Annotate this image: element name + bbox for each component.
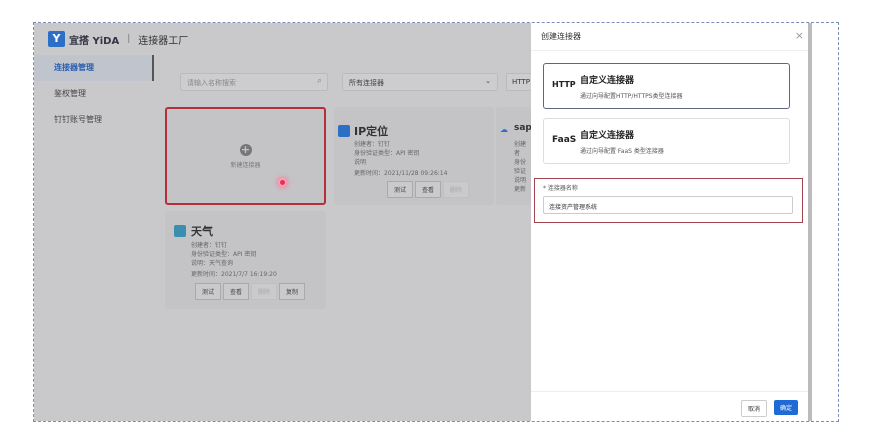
brand-name: 宜搭 YiDA bbox=[69, 35, 120, 47]
auth-type: 身份验证 bbox=[514, 159, 527, 175]
cancel-button[interactable]: 取消 bbox=[741, 400, 768, 417]
page-title: 连接器工厂 bbox=[138, 35, 189, 47]
connector-title: sap bbox=[514, 123, 531, 133]
type-select-value: 所有连接器 bbox=[349, 79, 384, 87]
type-select[interactable]: 所有连接器 ⌄ bbox=[342, 73, 498, 91]
search-placeholder: 请输入名称搜索 bbox=[187, 79, 236, 87]
connector-icon bbox=[338, 125, 350, 137]
header: Y 宜搭 YiDA | 连接器工厂 bbox=[34, 23, 531, 55]
http-tag: HTTP bbox=[552, 80, 576, 89]
connector-name-input[interactable]: 连接资产管理系统 bbox=[543, 196, 793, 214]
close-icon[interactable]: × bbox=[795, 29, 804, 42]
sidebar-item-auth[interactable]: 鉴权管理 bbox=[34, 81, 154, 107]
delete-button[interactable]: 删除 bbox=[443, 181, 470, 198]
connector-title: 天气 bbox=[191, 225, 213, 238]
divider: | bbox=[127, 34, 131, 44]
sidebar: 连接器管理 鉴权管理 钉钉账号管理 bbox=[34, 55, 154, 421]
connector-card[interactable]: ☁ sap 创建者 身份验证 说明 更新 bbox=[496, 107, 531, 205]
view-button[interactable]: 查看 bbox=[415, 181, 442, 198]
updated-time: 更新时间：2021/11/28 09:26:14 bbox=[354, 170, 448, 177]
creator: 创建者：钉钉 bbox=[191, 242, 228, 249]
drawer-title: 创建连接器 bbox=[531, 23, 808, 51]
add-connector-card[interactable]: + 新建连接器 bbox=[165, 107, 326, 205]
connector-card[interactable]: IP定位 创建者：钉钉 身份验证类型：API 密钥 说明 更新时间：2021/1… bbox=[334, 107, 494, 205]
updated-time: 更新时间：2021/7/7 16:19:20 bbox=[191, 271, 277, 278]
updated-time: 更新 bbox=[514, 186, 527, 193]
option-desc: 通过向导配置 FaaS 类型连接器 bbox=[580, 148, 664, 155]
option-title: 自定义连接器 bbox=[580, 131, 635, 141]
chevron-down-icon: ⌄ bbox=[485, 77, 491, 85]
create-connector-drawer: 创建连接器 × HTTP 自定义连接器 通过向导配置HTTP/HTTPS类型连接… bbox=[531, 23, 808, 421]
connector-icon bbox=[174, 225, 186, 237]
option-desc: 通过向导配置HTTP/HTTPS类型连接器 bbox=[580, 93, 683, 100]
plus-icon: + bbox=[239, 142, 252, 156]
description: 说明 bbox=[514, 177, 527, 184]
sidebar-item-connectors[interactable]: 连接器管理 bbox=[34, 55, 154, 81]
auth-type: 身份验证类型：API 密钥 bbox=[191, 251, 257, 258]
connector-name-field: * 连接器名称 连接资产管理系统 bbox=[534, 178, 803, 223]
connector-card[interactable]: 天气 创建者：钉钉 身份验证类型：API 密钥 说明：天气查询 更新时间：202… bbox=[165, 211, 326, 309]
description: 说明 bbox=[354, 159, 367, 166]
sap-logo: ☁ bbox=[500, 125, 508, 134]
creator: 创建者 bbox=[514, 141, 527, 157]
view-button[interactable]: 查看 bbox=[223, 283, 250, 300]
search-icon: ⌕ bbox=[316, 76, 322, 86]
sidebar-item-accounts[interactable]: 钉钉账号管理 bbox=[34, 107, 154, 133]
description: 说明：天气查询 bbox=[191, 260, 234, 267]
delete-button[interactable]: 删除 bbox=[251, 283, 278, 300]
drawer-footer: 取消 确定 bbox=[531, 391, 808, 421]
click-indicator bbox=[278, 178, 287, 187]
test-button[interactable]: 测试 bbox=[387, 181, 414, 198]
creator: 创建者：钉钉 bbox=[354, 141, 391, 148]
faas-tag: FaaS bbox=[552, 135, 577, 145]
add-connector-label: 新建连接器 bbox=[230, 161, 261, 169]
option-faas[interactable]: FaaS 自定义连接器 通过向导配置 FaaS 类型连接器 bbox=[543, 118, 790, 164]
test-button[interactable]: 测试 bbox=[195, 283, 222, 300]
option-title: 自定义连接器 bbox=[580, 76, 635, 86]
copy-button[interactable]: 复制 bbox=[279, 283, 306, 300]
app-background: Y 宜搭 YiDA | 连接器工厂 连接器管理 鉴权管理 钉钉账号管理 请输入名… bbox=[34, 23, 536, 421]
connector-title: IP定位 bbox=[354, 125, 389, 138]
confirm-button[interactable]: 确定 bbox=[774, 400, 799, 415]
scrollbar[interactable] bbox=[808, 23, 812, 421]
option-http[interactable]: HTTP 自定义连接器 通过向导配置HTTP/HTTPS类型连接器 bbox=[543, 63, 790, 109]
search-input[interactable]: 请输入名称搜索 ⌕ bbox=[180, 73, 328, 91]
auth-type: 身份验证类型：API 密钥 bbox=[354, 150, 420, 157]
yida-logo: Y bbox=[48, 31, 65, 47]
connector-name-label: * 连接器名称 bbox=[543, 185, 578, 192]
